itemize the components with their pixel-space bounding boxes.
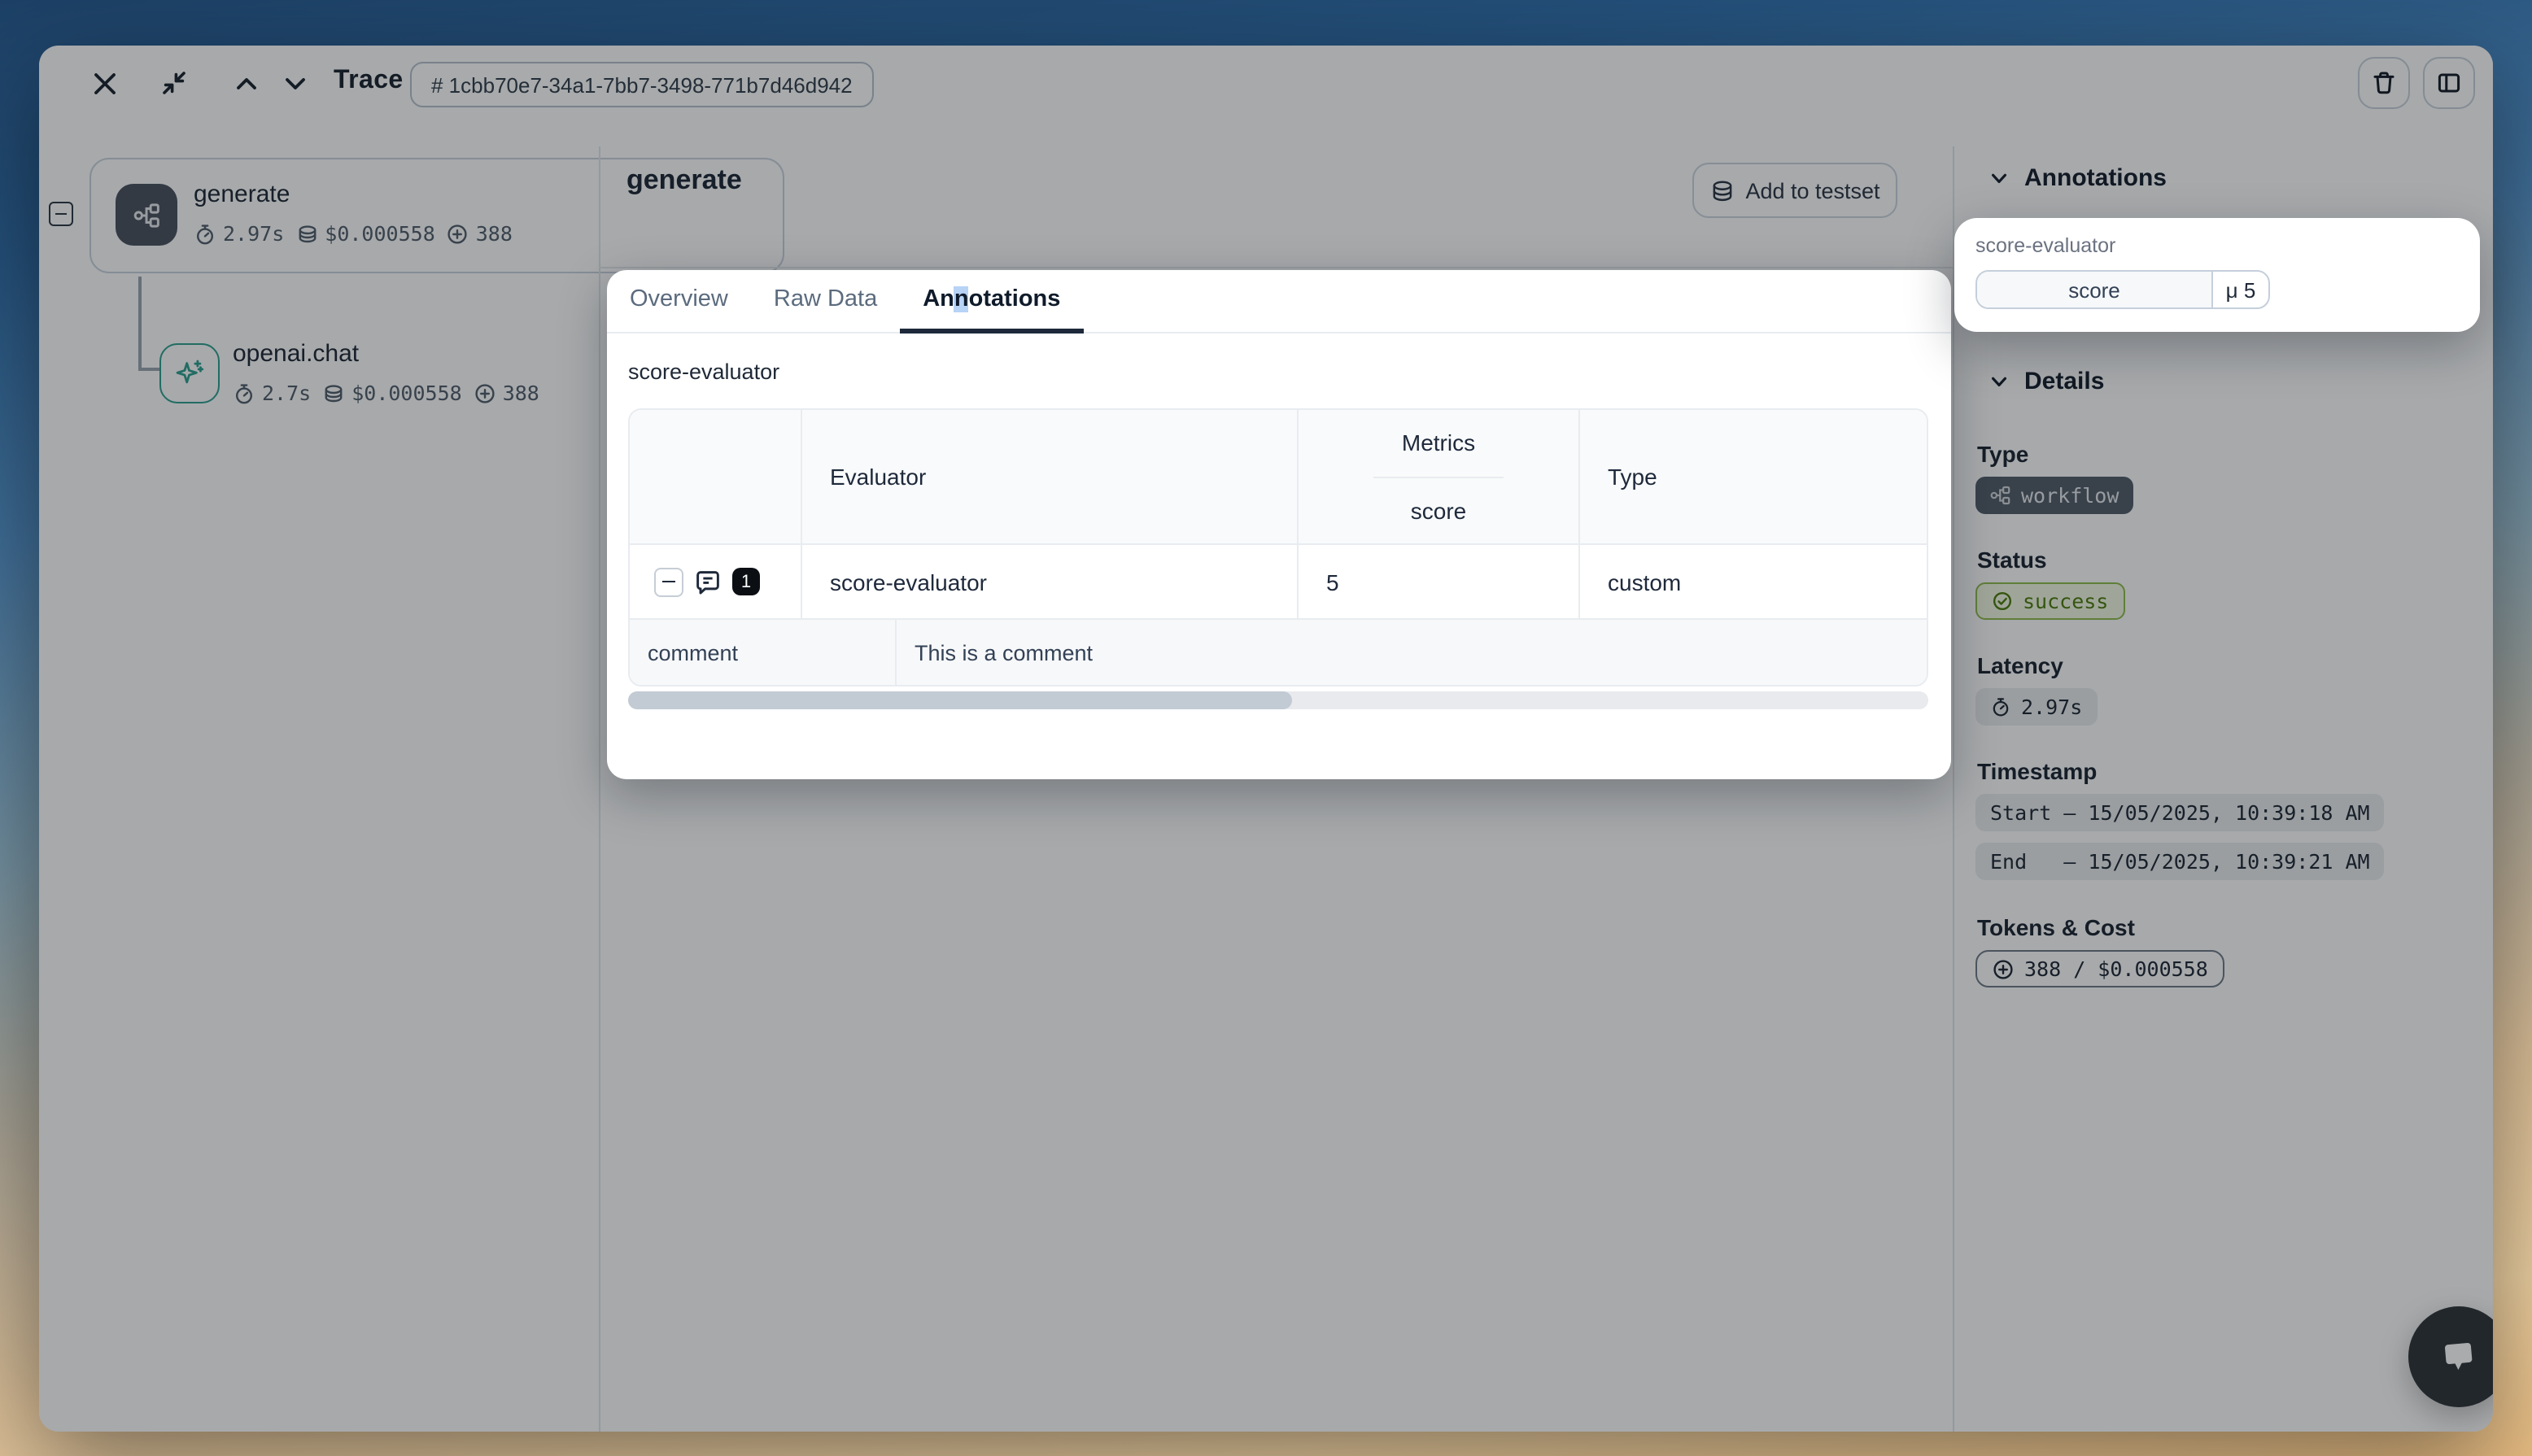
evaluations-table: Evaluator Metrics score Type 1 score-eva… — [628, 408, 1928, 687]
comment-count-badge: 1 — [732, 568, 760, 595]
comment-value: This is a comment — [897, 620, 1927, 685]
tab-bar: Overview Raw Data Annotations — [607, 270, 1951, 333]
screen: Trace # 1cbb70e7-34a1-7bb7-3498-771b7d46… — [0, 0, 2532, 1456]
metric-value: μ 5 — [2213, 272, 2268, 307]
comment-row: comment This is a comment — [630, 618, 1927, 685]
metric-name: score — [1977, 272, 2213, 307]
tab-annotations[interactable]: Annotations — [900, 270, 1083, 333]
comment-icon[interactable] — [693, 567, 722, 596]
header-metrics: Metrics score — [1299, 410, 1580, 543]
tab-overview[interactable]: Overview — [607, 270, 751, 333]
row-tools-cell: 1 — [630, 545, 802, 618]
header-type: Type — [1580, 410, 1928, 543]
annotation-score-pill[interactable]: score μ 5 — [1975, 270, 2270, 309]
horizontal-scrollbar — [628, 691, 1928, 709]
annotations-tab-card: Overview Raw Data Annotations score-eval… — [607, 270, 1951, 779]
scrollbar-thumb[interactable] — [628, 691, 1292, 709]
text-selection-highlight: n — [954, 286, 969, 312]
evaluator-section-title: score-evaluator — [628, 360, 779, 384]
tab-raw-data[interactable]: Raw Data — [751, 270, 900, 333]
row-type: custom — [1580, 545, 1928, 618]
comment-key: comment — [630, 620, 897, 685]
row-evaluator: score-evaluator — [802, 545, 1299, 618]
row-score: 5 — [1299, 545, 1580, 618]
table-row: 1 score-evaluator 5 custom — [630, 545, 1927, 618]
collapse-row-button[interactable] — [654, 567, 683, 596]
header-tools-cell — [630, 410, 802, 543]
annotation-evaluator-label: score-evaluator — [1975, 234, 2115, 257]
header-evaluator: Evaluator — [802, 410, 1299, 543]
table-header-row: Evaluator Metrics score Type — [630, 410, 1927, 545]
annotation-popover-card: score-evaluator score μ 5 — [1954, 218, 2480, 332]
